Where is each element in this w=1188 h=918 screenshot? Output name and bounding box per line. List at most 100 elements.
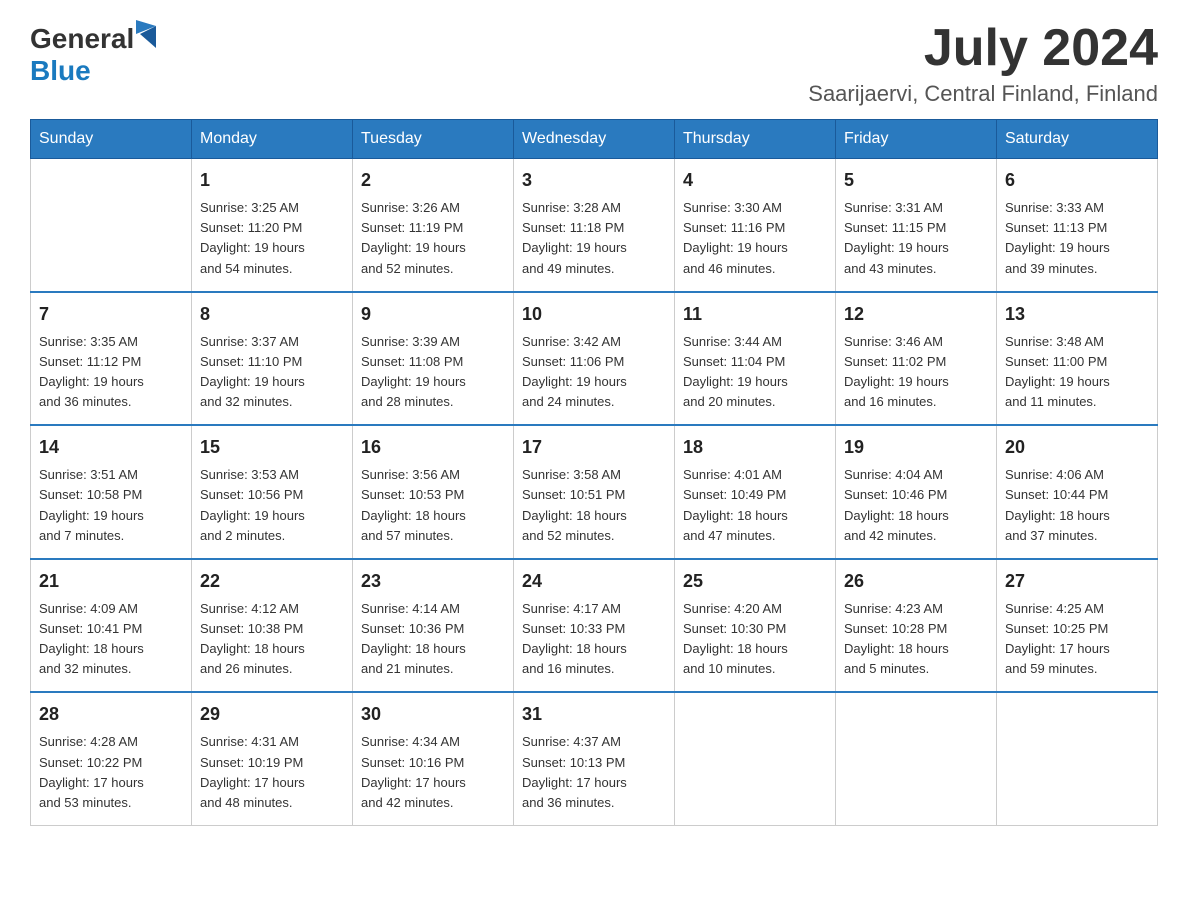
- day-info: Sunrise: 3:58 AMSunset: 10:51 PMDaylight…: [522, 465, 666, 546]
- day-number: 24: [522, 568, 666, 595]
- calendar-cell: 15Sunrise: 3:53 AMSunset: 10:56 PMDaylig…: [192, 425, 353, 559]
- calendar-cell: 14 Sunrise: 3:51 AMSunset: 10:58 PMDaylig…: [31, 425, 192, 559]
- day-number: 4: [683, 167, 827, 194]
- day-info: Sunrise: 3:30 AMSunset: 11:16 PMDaylight…: [683, 198, 827, 279]
- calendar-cell: 4 Sunrise: 3:30 AMSunset: 11:16 PMDayligh…: [675, 159, 836, 292]
- day-info: Sunrise: 3:28 AMSunset: 11:18 PMDaylight…: [522, 198, 666, 279]
- day-number: 30: [361, 701, 505, 728]
- calendar-cell: 31 Sunrise: 4:37 AMSunset: 10:13 PMDaylig…: [514, 692, 675, 825]
- calendar-cell: 26Sunrise: 4:23 AMSunset: 10:28 PMDaylig…: [836, 559, 997, 693]
- day-info: Sunrise: 3:25 AMSunset: 11:20 PMDaylight…: [200, 198, 344, 279]
- title-block: July 2024 Saarijaervi, Central Finland, …: [808, 20, 1158, 107]
- weekday-header-tuesday: Tuesday: [353, 120, 514, 159]
- day-info: Sunrise: 4:20 AMSunset: 10:30 PMDaylight…: [683, 599, 827, 680]
- calendar-week-row: 21 Sunrise: 4:09 AMSunset: 10:41 PMDaylig…: [31, 559, 1158, 693]
- calendar-week-row: 28 Sunrise: 4:28 AMSunset: 10:22 PMDaylig…: [31, 692, 1158, 825]
- calendar-cell: 22 Sunrise: 4:12 AMSunset: 10:38 PMDaylig…: [192, 559, 353, 693]
- day-number: 8: [200, 301, 344, 328]
- calendar-cell: 20 Sunrise: 4:06 AMSunset: 10:44 PMDaylig…: [997, 425, 1158, 559]
- day-info: Sunrise: 4:09 AMSunset: 10:41 PMDaylight…: [39, 599, 183, 680]
- day-number: 29: [200, 701, 344, 728]
- day-number: 20: [1005, 434, 1149, 461]
- day-info: Sunrise: 3:26 AMSunset: 11:19 PMDaylight…: [361, 198, 505, 279]
- day-info: Sunrise: 4:23 AMSunset: 10:28 PMDaylight…: [844, 599, 988, 680]
- day-number: 31: [522, 701, 666, 728]
- location-subtitle: Saarijaervi, Central Finland, Finland: [808, 81, 1158, 107]
- day-number: 21: [39, 568, 183, 595]
- day-info: Sunrise: 4:12 AMSunset: 10:38 PMDaylight…: [200, 599, 344, 680]
- day-number: 3: [522, 167, 666, 194]
- day-number: 16: [361, 434, 505, 461]
- day-number: 18: [683, 434, 827, 461]
- day-info: Sunrise: 4:25 AMSunset: 10:25 PMDaylight…: [1005, 599, 1149, 680]
- logo-general-text: General: [30, 23, 134, 54]
- calendar-cell: 29 Sunrise: 4:31 AMSunset: 10:19 PMDaylig…: [192, 692, 353, 825]
- day-number: 28: [39, 701, 183, 728]
- calendar-cell: 27 Sunrise: 4:25 AMSunset: 10:25 PMDaylig…: [997, 559, 1158, 693]
- day-info: Sunrise: 3:31 AMSunset: 11:15 PMDaylight…: [844, 198, 988, 279]
- day-number: 1: [200, 167, 344, 194]
- day-number: 27: [1005, 568, 1149, 595]
- day-info: Sunrise: 3:51 AMSunset: 10:58 PMDaylight…: [39, 465, 183, 546]
- calendar-cell: 25 Sunrise: 4:20 AMSunset: 10:30 PMDaylig…: [675, 559, 836, 693]
- day-info: Sunrise: 4:31 AMSunset: 10:19 PMDaylight…: [200, 732, 344, 813]
- day-number: 6: [1005, 167, 1149, 194]
- day-number: 2: [361, 167, 505, 194]
- month-title: July 2024: [808, 20, 1158, 77]
- day-info: Sunrise: 3:48 AMSunset: 11:00 PMDaylight…: [1005, 332, 1149, 413]
- day-info: Sunrise: 3:39 AMSunset: 11:08 PMDaylight…: [361, 332, 505, 413]
- calendar-cell: 18Sunrise: 4:01 AMSunset: 10:49 PMDaylig…: [675, 425, 836, 559]
- calendar-cell: 1 Sunrise: 3:25 AMSunset: 11:20 PMDayligh…: [192, 159, 353, 292]
- calendar-cell: [997, 692, 1158, 825]
- day-number: 10: [522, 301, 666, 328]
- day-info: Sunrise: 3:42 AMSunset: 11:06 PMDaylight…: [522, 332, 666, 413]
- weekday-header-friday: Friday: [836, 120, 997, 159]
- calendar-cell: 9 Sunrise: 3:39 AMSunset: 11:08 PMDayligh…: [353, 292, 514, 426]
- day-number: 11: [683, 301, 827, 328]
- day-number: 22: [200, 568, 344, 595]
- weekday-header-monday: Monday: [192, 120, 353, 159]
- calendar-cell: 8 Sunrise: 3:37 AMSunset: 11:10 PMDayligh…: [192, 292, 353, 426]
- day-number: 7: [39, 301, 183, 328]
- day-info: Sunrise: 3:44 AMSunset: 11:04 PMDaylight…: [683, 332, 827, 413]
- day-number: 17: [522, 434, 666, 461]
- calendar-cell: 11 Sunrise: 3:44 AMSunset: 11:04 PMDaylig…: [675, 292, 836, 426]
- calendar-cell: [675, 692, 836, 825]
- calendar-cell: 13 Sunrise: 3:48 AMSunset: 11:00 PMDaylig…: [997, 292, 1158, 426]
- day-info: Sunrise: 3:56 AMSunset: 10:53 PMDaylight…: [361, 465, 505, 546]
- calendar-cell: 6 Sunrise: 3:33 AMSunset: 11:13 PMDayligh…: [997, 159, 1158, 292]
- calendar-table: SundayMondayTuesdayWednesdayThursdayFrid…: [30, 119, 1158, 826]
- weekday-header-row: SundayMondayTuesdayWednesdayThursdayFrid…: [31, 120, 1158, 159]
- calendar-cell: 5 Sunrise: 3:31 AMSunset: 11:15 PMDayligh…: [836, 159, 997, 292]
- calendar-week-row: 7 Sunrise: 3:35 AMSunset: 11:12 PMDayligh…: [31, 292, 1158, 426]
- calendar-cell: 7 Sunrise: 3:35 AMSunset: 11:12 PMDayligh…: [31, 292, 192, 426]
- calendar-cell: 21 Sunrise: 4:09 AMSunset: 10:41 PMDaylig…: [31, 559, 192, 693]
- day-info: Sunrise: 4:28 AMSunset: 10:22 PMDaylight…: [39, 732, 183, 813]
- day-info: Sunrise: 4:06 AMSunset: 10:44 PMDaylight…: [1005, 465, 1149, 546]
- calendar-cell: [31, 159, 192, 292]
- day-number: 9: [361, 301, 505, 328]
- day-number: 19: [844, 434, 988, 461]
- day-number: 5: [844, 167, 988, 194]
- day-number: 12: [844, 301, 988, 328]
- logo-flag-icon: [136, 20, 160, 48]
- day-number: 25: [683, 568, 827, 595]
- day-info: Sunrise: 3:37 AMSunset: 11:10 PMDaylight…: [200, 332, 344, 413]
- day-number: 13: [1005, 301, 1149, 328]
- weekday-header-sunday: Sunday: [31, 120, 192, 159]
- day-info: Sunrise: 3:33 AMSunset: 11:13 PMDaylight…: [1005, 198, 1149, 279]
- calendar-week-row: 14 Sunrise: 3:51 AMSunset: 10:58 PMDaylig…: [31, 425, 1158, 559]
- day-info: Sunrise: 4:14 AMSunset: 10:36 PMDaylight…: [361, 599, 505, 680]
- day-info: Sunrise: 3:35 AMSunset: 11:12 PMDaylight…: [39, 332, 183, 413]
- calendar-cell: 23Sunrise: 4:14 AMSunset: 10:36 PMDaylig…: [353, 559, 514, 693]
- logo-blue-text: Blue: [30, 55, 91, 86]
- day-info: Sunrise: 4:04 AMSunset: 10:46 PMDaylight…: [844, 465, 988, 546]
- day-number: 14: [39, 434, 183, 461]
- calendar-cell: 19 Sunrise: 4:04 AMSunset: 10:46 PMDaylig…: [836, 425, 997, 559]
- logo-wordmark: General Blue: [30, 20, 160, 87]
- logo: General Blue: [30, 20, 160, 87]
- day-info: Sunrise: 4:37 AMSunset: 10:13 PMDaylight…: [522, 732, 666, 813]
- calendar-week-row: 1 Sunrise: 3:25 AMSunset: 11:20 PMDayligh…: [31, 159, 1158, 292]
- day-info: Sunrise: 3:46 AMSunset: 11:02 PMDaylight…: [844, 332, 988, 413]
- calendar-cell: [836, 692, 997, 825]
